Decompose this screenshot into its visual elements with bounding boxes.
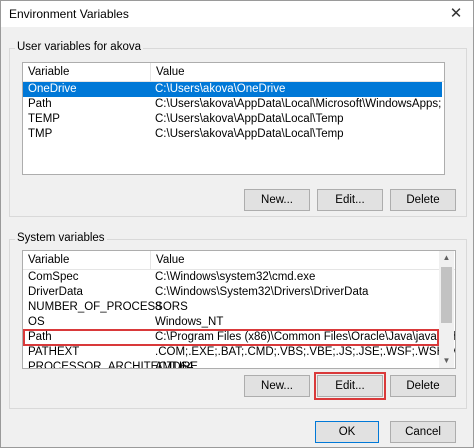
- variable-name: OS: [28, 316, 45, 328]
- list-item[interactable]: TEMP C:\Users\akova\AppData\Local\Temp: [23, 112, 442, 127]
- cancel-button[interactable]: Cancel: [390, 421, 456, 443]
- system-delete-button[interactable]: Delete: [390, 375, 456, 397]
- variable-value: C:\Windows\System32\Drivers\DriverData: [155, 286, 369, 298]
- column-header-value[interactable]: Value: [151, 63, 441, 81]
- system-list-scrollbar[interactable]: ▲ ▼: [439, 251, 454, 368]
- ok-button[interactable]: OK: [315, 421, 379, 443]
- title-bar: Environment Variables ✕: [1, 1, 473, 27]
- user-new-button[interactable]: New...: [244, 189, 310, 211]
- column-header-variable[interactable]: Variable: [23, 251, 151, 269]
- variable-value: AMD64: [155, 361, 194, 369]
- column-header-variable[interactable]: Variable: [23, 63, 151, 81]
- system-list-header: Variable Value: [23, 251, 455, 270]
- list-item[interactable]: DriverData C:\Windows\System32\Drivers\Dr…: [23, 285, 437, 300]
- list-item[interactable]: Path C:\Users\akova\AppData\Local\Microso…: [23, 97, 442, 112]
- variable-value: .COM;.EXE;.BAT;.CMD;.VBS;.VBE;.JS;.JSE;.…: [155, 346, 456, 358]
- system-new-button[interactable]: New...: [244, 375, 310, 397]
- close-icon[interactable]: ✕: [439, 1, 473, 27]
- system-variables-list[interactable]: Variable Value ComSpec C:\Windows\system3…: [22, 250, 456, 369]
- system-edit-button[interactable]: Edit...: [317, 375, 383, 397]
- variable-value: C:\Windows\system32\cmd.exe: [155, 271, 316, 283]
- list-item[interactable]: ComSpec C:\Windows\system32\cmd.exe: [23, 270, 437, 285]
- system-variables-label: System variables: [15, 232, 107, 244]
- user-variables-label: User variables for akova: [15, 41, 143, 53]
- variable-name: PATHEXT: [28, 346, 80, 358]
- user-list-header: Variable Value: [23, 63, 444, 82]
- list-item[interactable]: OS Windows_NT: [23, 315, 437, 330]
- variable-name: TMP: [28, 128, 53, 140]
- environment-variables-dialog: Environment Variables ✕ User variables f…: [0, 0, 474, 448]
- scrollbar-thumb[interactable]: [441, 267, 452, 323]
- variable-value: C:\Users\akova\AppData\Local\Temp: [155, 113, 344, 125]
- variable-name: Path: [28, 331, 52, 343]
- user-delete-button[interactable]: Delete: [390, 189, 456, 211]
- variable-name: Path: [28, 98, 52, 110]
- variable-value: C:\Users\akova\OneDrive: [155, 83, 286, 95]
- list-item[interactable]: TMP C:\Users\akova\AppData\Local\Temp: [23, 127, 442, 142]
- user-variables-list[interactable]: Variable Value OneDrive C:\Users\akova\On…: [22, 62, 445, 175]
- variable-value: C:\Users\akova\AppData\Local\Microsoft\W…: [155, 98, 442, 110]
- list-item[interactable]: NUMBER_OF_PROCESSORS 8: [23, 300, 437, 315]
- scroll-up-icon[interactable]: ▲: [439, 251, 454, 265]
- variable-value: 8: [155, 301, 162, 313]
- variable-value: Windows_NT: [155, 316, 224, 328]
- user-edit-button[interactable]: Edit...: [317, 189, 383, 211]
- variable-name: OneDrive: [28, 83, 77, 95]
- list-item[interactable]: PATHEXT .COM;.EXE;.BAT;.CMD;.VBS;.VBE;.JS…: [23, 345, 455, 360]
- variable-name: DriverData: [28, 286, 83, 298]
- list-item[interactable]: Path C:\Program Files (x86)\Common Files\…: [23, 330, 455, 345]
- list-item[interactable]: OneDrive C:\Users\akova\OneDrive: [23, 82, 442, 97]
- dialog-title: Environment Variables: [9, 7, 129, 21]
- scroll-down-icon[interactable]: ▼: [439, 354, 454, 368]
- variable-value: C:\Users\akova\AppData\Local\Temp: [155, 128, 344, 140]
- list-item[interactable]: PROCESSOR_ARCHITECTURE AMD64: [23, 360, 437, 369]
- variable-name: ComSpec: [28, 271, 79, 283]
- variable-name: TEMP: [28, 113, 60, 125]
- variable-name: NUMBER_OF_PROCESSORS: [28, 301, 188, 313]
- variable-value: C:\Program Files (x86)\Common Files\Orac…: [155, 331, 455, 343]
- column-header-value[interactable]: Value: [151, 251, 441, 269]
